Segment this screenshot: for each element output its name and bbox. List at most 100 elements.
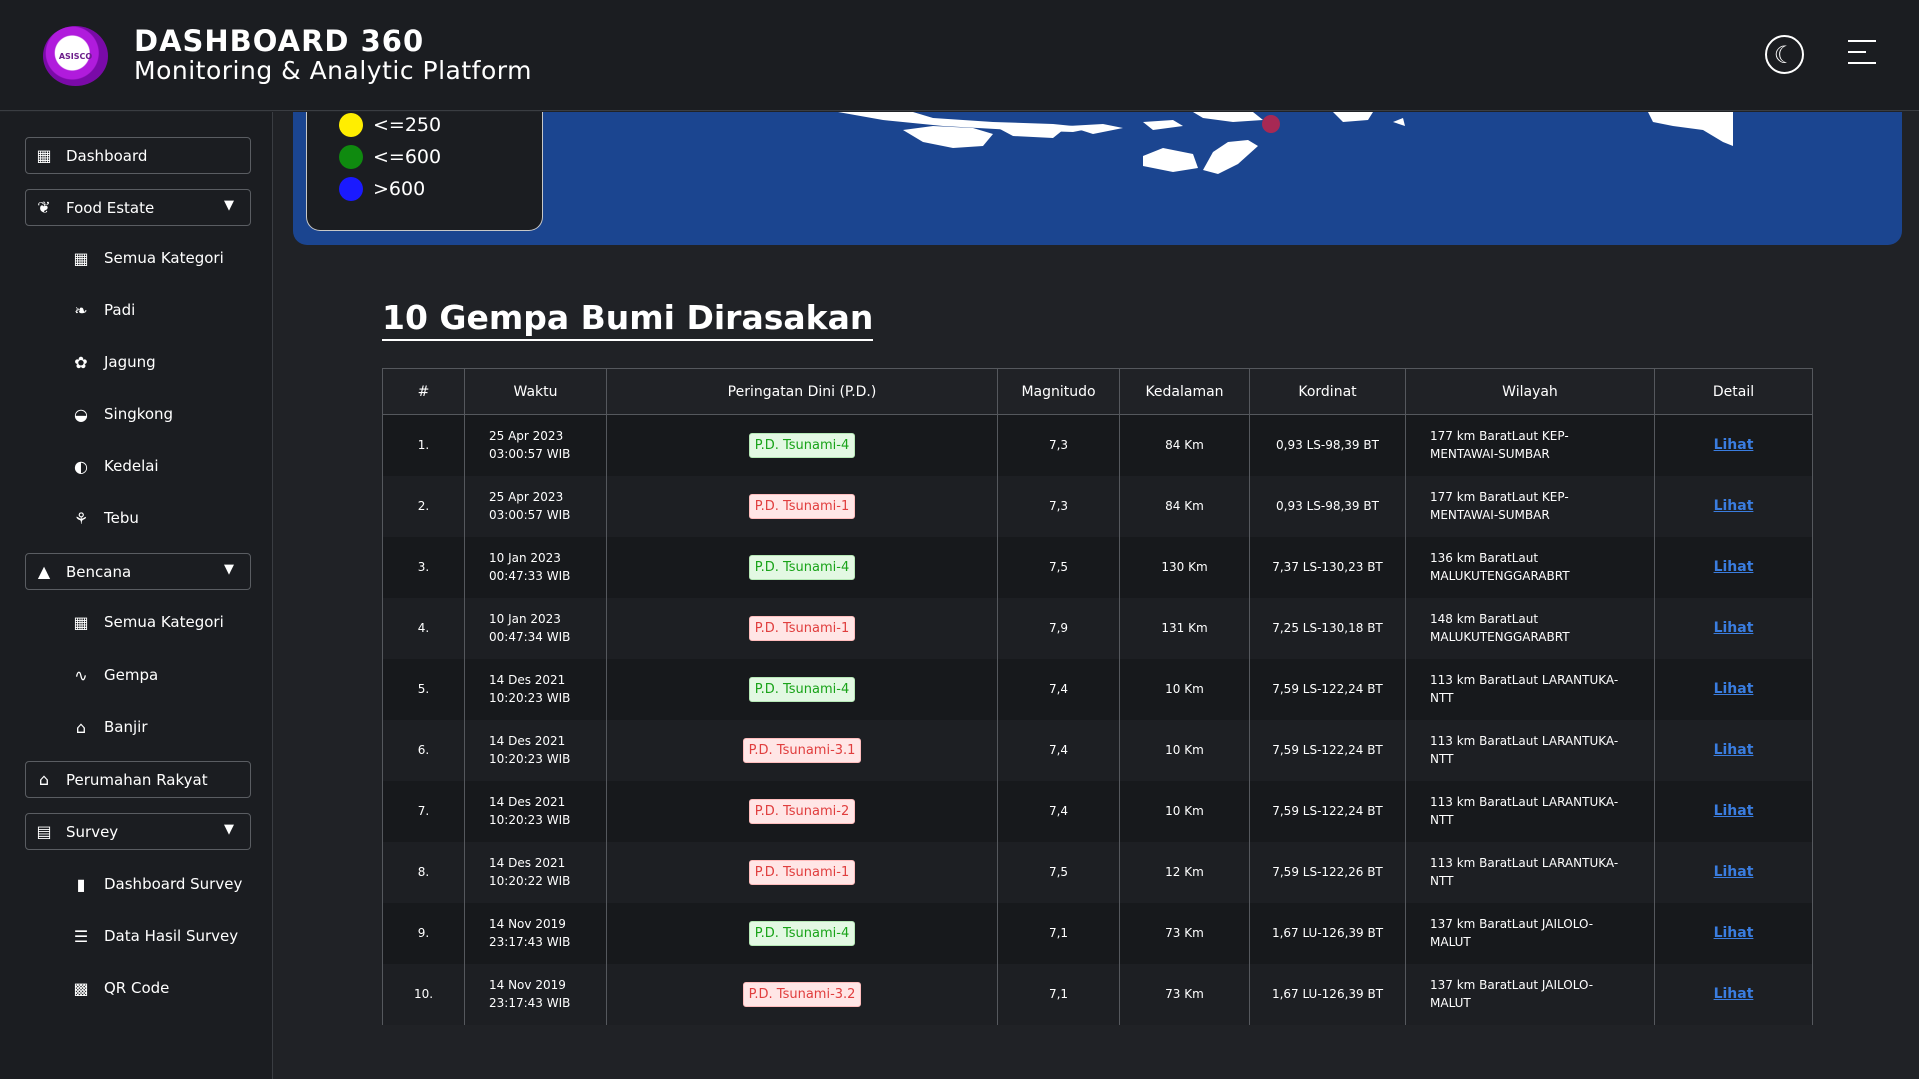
cell-region: 137 km BaratLaut JAILOLO- MALUT [1405, 963, 1655, 1025]
app-logo[interactable]: ASISCO [43, 26, 108, 86]
table-row: 9. 14 Nov 2019 23:17:43 WIB P.D. Tsunami-4 7… [382, 902, 1813, 964]
cell-coordinate: 0,93 LS-98,39 BT [1249, 414, 1406, 476]
cell-warning: P.D. Tsunami-4 [606, 536, 998, 598]
detail-link[interactable]: Lihat [1714, 864, 1754, 880]
theme-toggle-button[interactable]: ☾ [1765, 35, 1804, 74]
soybean-icon: ◐ [74, 456, 88, 476]
cell-number: 10. [382, 963, 465, 1025]
detail-link[interactable]: Lihat [1714, 803, 1754, 819]
cell-magnitude: 7,3 [997, 475, 1120, 537]
legend-item: >600 [339, 176, 425, 202]
sidebar-item-data-hasil-survey[interactable]: ☰ Data Hasil Survey [70, 921, 238, 951]
time-text: 03:00:57 WIB [489, 508, 571, 522]
detail-link[interactable]: Lihat [1714, 986, 1754, 1002]
sidebar-item-label: Tebu [104, 509, 139, 527]
sidebar-item-survey[interactable]: ▤ Survey ▼ [25, 813, 251, 850]
sidebar-item-banjir[interactable]: ⌂ Banjir [70, 712, 148, 742]
cell-number: 6. [382, 719, 465, 781]
magnitude-text: 7,9 [1048, 621, 1069, 635]
hamburger-menu-button[interactable] [1848, 40, 1876, 68]
cell-magnitude: 7,4 [997, 658, 1120, 720]
sidebar-item-qr-code[interactable]: ▩ QR Code [70, 973, 169, 1003]
row-number: 9. [417, 926, 430, 940]
sidebar-item-tebu[interactable]: ⚘ Tebu [70, 503, 139, 533]
sidebar-item-label: Jagung [104, 353, 156, 371]
column-header: Wilayah [1405, 368, 1655, 415]
app-title: DASHBOARD 360 [134, 24, 425, 58]
tsunami-warning-badge: P.D. Tsunami-3.1 [742, 737, 862, 763]
date-text: 14 Nov 2019 [489, 917, 566, 931]
plant-icon: ❦ [37, 198, 51, 217]
cell-detail: Lihat [1654, 597, 1813, 659]
home-icon: ⌂ [38, 770, 50, 789]
cell-coordinate: 0,93 LS-98,39 BT [1249, 475, 1406, 537]
sidebar-item-singkong[interactable]: ◒ Singkong [70, 399, 173, 429]
sidebar-item-semua-kategori-food[interactable]: ▦ Semua Kategori [70, 243, 223, 273]
sidebar-item-label: Dashboard [66, 146, 148, 165]
sidebar-item-label: Semua Kategori [104, 613, 224, 631]
sidebar-item-gempa[interactable]: ∿ Gempa [70, 660, 158, 690]
detail-link[interactable]: Lihat [1714, 925, 1754, 941]
coordinate-text: 7,59 LS-122,24 BT [1272, 804, 1383, 818]
sidebar-item-dashboard-survey[interactable]: ▮ Dashboard Survey [70, 869, 243, 899]
sidebar-item-label: Banjir [104, 718, 148, 736]
sidebar-item-perumahan-rakyat[interactable]: ⌂ Perumahan Rakyat [25, 761, 251, 798]
cell-warning: P.D. Tsunami-4 [606, 414, 998, 476]
sidebar-item-label: Singkong [104, 405, 174, 423]
cell-time: 25 Apr 2023 03:00:57 WIB [464, 414, 607, 476]
sidebar-item-padi[interactable]: ❧ Padi [70, 295, 135, 325]
time-text: 03:00:57 WIB [489, 447, 571, 462]
region-line-2: MALUKUTENGGARABRT [1430, 569, 1570, 583]
cell-warning: P.D. Tsunami-3.1 [606, 719, 998, 781]
column-header: # [382, 368, 465, 415]
time-text: 23:17:43 WIB [489, 996, 571, 1010]
cell-region: 113 km BaratLaut LARANTUKA- NTT [1405, 719, 1655, 781]
cell-depth: 10 Km [1119, 658, 1250, 720]
sidebar-item-kedelai[interactable]: ◐ Kedelai [70, 451, 159, 481]
region-line-2: NTT [1430, 813, 1454, 827]
row-number: 8. [417, 865, 430, 879]
tsunami-warning-badge: P.D. Tsunami-4 [748, 432, 856, 458]
rice-icon: ❧ [74, 300, 88, 320]
grid-icon: ▦ [73, 612, 89, 632]
row-number: 1. [417, 438, 430, 453]
cell-magnitude: 7,5 [997, 841, 1120, 903]
table-row: 5. 14 Des 2021 10:20:23 WIB P.D. Tsunami-4 7… [382, 658, 1813, 720]
cell-magnitude: 7,3 [997, 414, 1120, 476]
depth-text: 84 Km [1165, 499, 1204, 513]
detail-link[interactable]: Lihat [1714, 437, 1754, 453]
cell-detail: Lihat [1654, 536, 1813, 598]
time-text: 00:47:33 WIB [489, 569, 571, 583]
sidebar-item-dashboard[interactable]: ▦ Dashboard [25, 137, 251, 174]
region-line-1: 113 km BaratLaut LARANTUKA- [1430, 856, 1619, 870]
hamburger-icon [1848, 40, 1876, 42]
detail-link[interactable]: Lihat [1714, 559, 1754, 575]
detail-link[interactable]: Lihat [1714, 498, 1754, 514]
date-text: 14 Nov 2019 [489, 978, 566, 992]
dashboard-icon: ▦ [36, 146, 52, 165]
detail-link[interactable]: Lihat [1714, 742, 1754, 758]
sidebar-item-jagung[interactable]: ✿ Jagung [70, 347, 156, 377]
depth-text: 73 Km [1165, 926, 1204, 940]
coordinate-text: 0,93 LS-98,39 BT [1276, 438, 1379, 453]
detail-link[interactable]: Lihat [1714, 681, 1754, 697]
coordinate-text: 7,25 LS-130,18 BT [1272, 621, 1383, 635]
time-text: 10:20:23 WIB [489, 752, 571, 766]
row-number: 10. [413, 987, 434, 1001]
depth-text: 10 Km [1165, 743, 1204, 757]
magnitude-text: 7,5 [1048, 865, 1069, 879]
cell-region: 113 km BaratLaut LARANTUKA- NTT [1405, 841, 1655, 903]
sidebar-item-semua-kategori-bencana[interactable]: ▦ Semua Kategori [70, 607, 224, 637]
column-header: Detail [1654, 368, 1813, 415]
sidebar-item-food-estate[interactable]: ❦ Food Estate ▼ [25, 189, 251, 226]
time-text: 10:20:22 WIB [489, 874, 571, 888]
date-text: 14 Des 2021 [489, 673, 566, 687]
sidebar-item-bencana[interactable]: ▲ Bencana ▼ [25, 553, 251, 590]
detail-link[interactable]: Lihat [1714, 620, 1754, 636]
cell-depth: 73 Km [1119, 963, 1250, 1025]
cell-coordinate: 7,37 LS-130,23 BT [1249, 536, 1406, 598]
tsunami-warning-badge: P.D. Tsunami-1 [748, 493, 856, 519]
time-text: 23:17:43 WIB [489, 935, 571, 949]
cell-time: 25 Apr 2023 03:00:57 WIB [464, 475, 607, 537]
logo-text: ASISCO [58, 51, 93, 61]
